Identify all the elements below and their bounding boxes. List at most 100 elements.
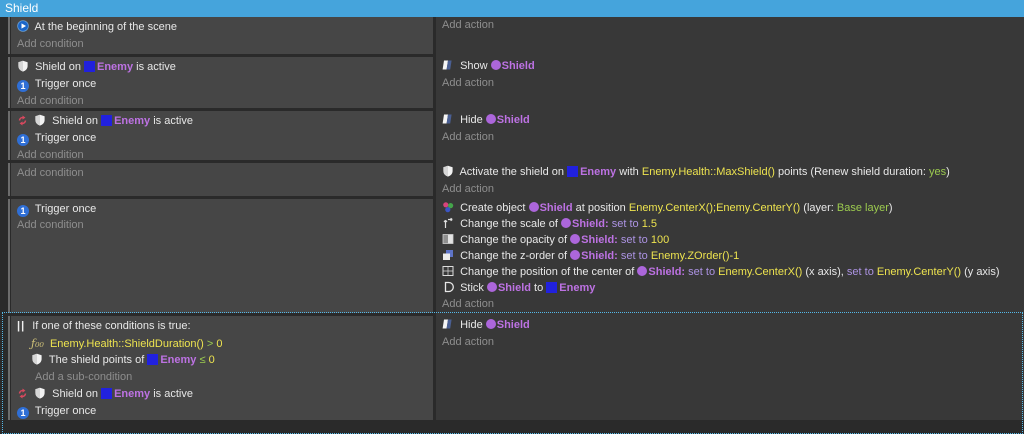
- action-activate-shield[interactable]: Activate the shield on Enemy with Enemy.…: [436, 164, 1024, 181]
- shield-object-chip: Shield: [486, 282, 531, 294]
- event-2-conditions: Shield on Enemy is active 1 Trigger once…: [11, 57, 433, 108]
- event-3-conditions: Shield on Enemy is active 1 Trigger once…: [11, 111, 433, 161]
- event-5-conditions: 1 Trigger once Add condition: [11, 199, 433, 313]
- condition-shield-active-inverted[interactable]: Shield on Enemy is active: [11, 386, 433, 403]
- enemy-object-icon: [101, 115, 113, 126]
- shield-object-icon: [570, 234, 581, 244]
- stick-icon: [442, 281, 454, 293]
- shield-object-chip: Shield:: [637, 266, 685, 278]
- event-5-actions: Create object Shield at position Enemy.C…: [436, 200, 1024, 312]
- action-hide-shield[interactable]: Hide Shield: [436, 112, 1024, 129]
- add-action-link[interactable]: Add action: [436, 181, 1024, 198]
- visibility-icon: [442, 113, 454, 125]
- enemy-object-chip: Enemy: [101, 388, 150, 400]
- enemy-object-chip: Enemy: [147, 354, 196, 366]
- action-change-scale[interactable]: Change the scale of Shield: set to 1.5: [436, 216, 1024, 232]
- add-action-link[interactable]: Add action: [436, 334, 1024, 351]
- shield-object-chip: Shield: [528, 202, 573, 214]
- add-condition-link[interactable]: Add condition: [11, 165, 433, 182]
- visibility-icon: [442, 59, 454, 71]
- add-action-link[interactable]: Add action: [436, 75, 1024, 92]
- sheet-title-bar: Shield: [0, 0, 1024, 17]
- enemy-object-chip: Enemy: [101, 115, 150, 127]
- trigger-once-icon: 1: [17, 205, 29, 217]
- or-icon: ||: [17, 320, 26, 332]
- add-condition-link[interactable]: Add condition: [11, 217, 433, 233]
- subcondition-shield-points[interactable]: The shield points of Enemy ≤ 0: [11, 352, 433, 369]
- shield-object-icon: [528, 202, 539, 212]
- create-object-icon: [442, 201, 454, 213]
- action-change-zorder[interactable]: Change the z-order of Shield: set to Ene…: [436, 248, 1024, 264]
- event-6-gutter-line[interactable]: [8, 316, 10, 420]
- subcondition-shield-duration[interactable]: ƒ₀₀ Enemy.Health::ShieldDuration() > 0: [11, 335, 433, 352]
- shield-object-chip: Shield: [490, 60, 535, 72]
- add-condition-link[interactable]: Add condition: [11, 36, 433, 53]
- condition-shield-active[interactable]: Shield on Enemy is active: [11, 59, 433, 76]
- scene-begin-icon: [17, 20, 29, 32]
- add-condition-link[interactable]: Add condition: [11, 93, 433, 110]
- condition-trigger-once[interactable]: 1 Trigger once: [11, 201, 433, 217]
- enemy-object-icon: [84, 61, 95, 72]
- z-order-icon: [442, 249, 454, 261]
- shield-object-chip: Shield: [485, 319, 530, 331]
- event-4-gutter-line[interactable]: [8, 163, 10, 196]
- add-action-link[interactable]: Add action: [436, 296, 1024, 312]
- inverted-condition-icon: [17, 388, 28, 399]
- shield-object-chip: Shield:: [570, 234, 618, 246]
- condition-trigger-once[interactable]: 1 Trigger once: [11, 130, 433, 147]
- action-change-opacity[interactable]: Change the opacity of Shield: set to 100: [436, 232, 1024, 248]
- action-show-shield[interactable]: Show Shield: [436, 58, 1024, 75]
- shield-object-chip: Shield:: [560, 218, 609, 230]
- center-position-icon: [442, 265, 454, 277]
- event-3-gutter-line[interactable]: [8, 111, 10, 160]
- enemy-object-icon: [101, 388, 113, 399]
- event-5-gutter-line[interactable]: [8, 199, 10, 313]
- condition-beginning-of-scene[interactable]: At the beginning of the scene: [11, 19, 433, 36]
- enemy-object-icon: [147, 354, 159, 365]
- add-action-link[interactable]: Add action: [436, 17, 1024, 34]
- condition-trigger-once[interactable]: 1 Trigger once: [11, 403, 433, 420]
- add-action-link[interactable]: Add action: [436, 129, 1024, 146]
- action-change-center-position[interactable]: Change the position of the center of Shi…: [436, 264, 1024, 280]
- opacity-icon: [442, 233, 454, 245]
- event-6-actions: Hide Shield Add action: [436, 317, 1024, 351]
- action-hide-shield[interactable]: Hide Shield: [436, 317, 1024, 334]
- action-create-object[interactable]: Create object Shield at position Enemy.C…: [436, 200, 1024, 216]
- enemy-object-chip: Enemy: [84, 61, 133, 73]
- trigger-once-icon: 1: [17, 134, 29, 146]
- condition-trigger-once[interactable]: 1 Trigger once: [11, 76, 433, 93]
- event-2-gutter-line[interactable]: [8, 57, 10, 108]
- shield-object-icon: [570, 250, 581, 260]
- event-3-actions: Hide Shield Add action: [436, 112, 1024, 146]
- shield-behavior-icon: [34, 114, 46, 126]
- enemy-object-icon: [567, 166, 579, 177]
- event-1-conditions: At the beginning of the scene Add condit…: [11, 17, 433, 54]
- inverted-condition-icon: [17, 115, 28, 126]
- trigger-once-icon: 1: [17, 407, 29, 419]
- event-1-gutter-line[interactable]: [8, 17, 10, 54]
- shield-object-icon: [486, 282, 497, 292]
- enemy-object-chip: Enemy: [567, 166, 616, 178]
- event-1-actions: Add action: [436, 17, 1024, 34]
- event-4-conditions: Add condition: [11, 163, 433, 196]
- shield-object-chip: Shield:: [570, 250, 618, 262]
- condition-shield-active-inverted[interactable]: Shield on Enemy is active: [11, 113, 433, 130]
- add-condition-link[interactable]: Add condition: [11, 147, 433, 164]
- action-stick[interactable]: Stick Shield to Enemy: [436, 280, 1024, 296]
- shield-object-icon: [560, 218, 571, 228]
- shield-object-icon: [485, 319, 496, 329]
- actions-column: Add action Show Shield Add action Hide S…: [436, 17, 1024, 420]
- add-sub-condition-link[interactable]: Add a sub-condition: [11, 369, 433, 386]
- scale-icon: [442, 217, 454, 229]
- event-2-actions: Show Shield Add action: [436, 58, 1024, 92]
- shield-behavior-icon: [34, 387, 46, 399]
- shield-object-chip: Shield: [485, 114, 530, 126]
- visibility-icon: [442, 318, 454, 330]
- shield-object-icon: [485, 114, 496, 124]
- event-4-actions: Activate the shield on Enemy with Enemy.…: [436, 164, 1024, 198]
- condition-or-group[interactable]: || If one of these conditions is true:: [11, 318, 433, 335]
- enemy-object-icon: [546, 282, 558, 293]
- expression-icon: ƒ₀₀: [31, 337, 44, 350]
- shield-object-icon: [637, 266, 648, 276]
- sheet-title: Shield: [5, 1, 39, 15]
